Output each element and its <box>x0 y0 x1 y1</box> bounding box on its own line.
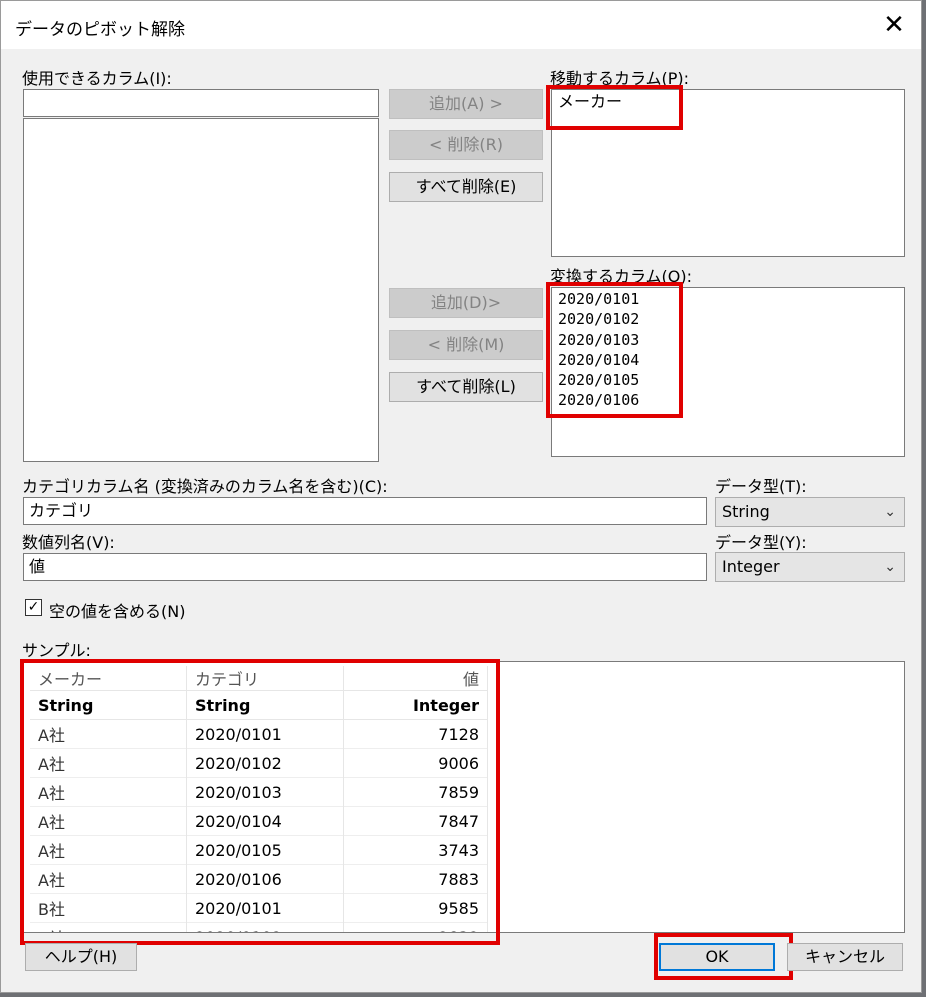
table-cell: 9006 <box>343 748 488 778</box>
table-cell: 7859 <box>343 777 488 807</box>
table-cell: 3743 <box>343 835 488 865</box>
dialog-title: データのピボット解除 <box>15 20 185 40</box>
list-item[interactable]: 2020/0106 <box>552 390 904 410</box>
table-cell: A社 <box>30 835 187 865</box>
chevron-down-icon: ⌄ <box>884 504 896 520</box>
table-cell: 2832 <box>343 922 488 932</box>
title-bar: データのピボット解除 ✕ <box>1 1 921 49</box>
table-row: A社 2020/0102 9006 <box>30 748 488 778</box>
close-icon[interactable]: ✕ <box>871 5 917 45</box>
table-cell: 7128 <box>343 719 488 749</box>
table-cell: 7883 <box>343 864 488 894</box>
table-type-row: String String Integer <box>30 690 488 720</box>
available-columns-search[interactable] <box>23 89 379 117</box>
table-cell: 2020/0105 <box>186 835 344 865</box>
table-cell: B社 <box>30 922 187 932</box>
table-cell: B社 <box>30 893 187 923</box>
table-cell: 2020/0101 <box>186 719 344 749</box>
list-item[interactable]: 2020/0105 <box>552 370 904 390</box>
remove-all-convert-button[interactable]: すべて削除(L) <box>389 372 543 402</box>
value-type-value: Integer <box>722 557 780 576</box>
add-convert-button[interactable]: 追加(D)> <box>389 288 543 318</box>
include-empty-label: 空の値を含める(N) <box>49 602 186 621</box>
table-cell: A社 <box>30 864 187 894</box>
sample-table: メーカー カテゴリ 値 String String Integer A社 202… <box>30 666 488 932</box>
table-header-row: メーカー カテゴリ 値 <box>30 666 488 691</box>
help-button[interactable]: ヘルプ(H) <box>25 943 137 971</box>
convert-columns-label: 変換するカラム(O): <box>550 267 692 286</box>
table-cell: A社 <box>30 748 187 778</box>
convert-columns-list[interactable]: 2020/0101 2020/0102 2020/0103 2020/0104 … <box>551 287 905 457</box>
value-name-input[interactable]: 値 <box>23 553 707 581</box>
ok-button[interactable]: OK <box>659 943 775 971</box>
category-name-label: カテゴリカラム名 (変換済みのカラム名を含む)(C): <box>22 477 388 496</box>
table-cell: 2020/0102 <box>186 748 344 778</box>
table-cell: 2020/0101 <box>186 893 344 923</box>
cancel-button[interactable]: キャンセル <box>787 943 903 971</box>
table-row: B社 2020/0101 9585 <box>30 893 488 923</box>
table-row: A社 2020/0104 7847 <box>30 806 488 836</box>
category-type-value: String <box>722 502 770 521</box>
category-type-label: データ型(T): <box>715 477 807 496</box>
table-cell: 2020/0103 <box>186 777 344 807</box>
column-type: Integer <box>343 690 488 720</box>
table-row: A社 2020/0105 3743 <box>30 835 488 865</box>
table-cell: 2020/0106 <box>186 864 344 894</box>
sample-label: サンプル: <box>22 641 91 660</box>
table-cell: A社 <box>30 806 187 836</box>
table-cell: 7847 <box>343 806 488 836</box>
table-row: A社 2020/0101 7128 <box>30 719 488 749</box>
value-name-label: 数値列名(V): <box>22 533 115 552</box>
column-type: String <box>186 690 344 720</box>
list-item[interactable]: 2020/0101 <box>552 289 904 309</box>
table-cell: A社 <box>30 777 187 807</box>
table-row: A社 2020/0106 7883 <box>30 864 488 894</box>
column-header: メーカー <box>30 666 187 691</box>
column-type: String <box>30 690 187 720</box>
unpivot-dialog: データのピボット解除 ✕ 使用できるカラム(I): 追加(A) > < 削除(R… <box>0 0 922 993</box>
add-move-button[interactable]: 追加(A) > <box>389 89 543 119</box>
category-name-input[interactable]: カテゴリ <box>23 497 707 525</box>
table-row: A社 2020/0103 7859 <box>30 777 488 807</box>
sample-grid[interactable]: メーカー カテゴリ 値 String String Integer A社 202… <box>23 661 905 933</box>
remove-move-button[interactable]: < 削除(R) <box>389 130 543 160</box>
available-columns-list[interactable] <box>23 118 379 462</box>
include-empty-checkbox[interactable]: ✓ <box>25 599 42 616</box>
list-item[interactable]: 2020/0102 <box>552 309 904 329</box>
move-columns-label: 移動するカラム(P): <box>550 69 690 88</box>
table-cell: 2020/0104 <box>186 806 344 836</box>
table-cell: 2020/0102 <box>186 922 344 932</box>
table-cell: 9585 <box>343 893 488 923</box>
value-type-label: データ型(Y): <box>715 533 807 552</box>
category-type-select[interactable]: String ⌄ <box>715 497 905 527</box>
remove-convert-button[interactable]: < 削除(M) <box>389 330 543 360</box>
list-item[interactable]: 2020/0103 <box>552 330 904 350</box>
value-type-select[interactable]: Integer ⌄ <box>715 552 905 582</box>
move-columns-list[interactable]: メーカー <box>551 89 905 257</box>
list-item[interactable]: メーカー <box>552 92 904 112</box>
column-header: 値 <box>343 666 488 691</box>
chevron-down-icon: ⌄ <box>884 559 896 575</box>
remove-all-move-button[interactable]: すべて削除(E) <box>389 172 543 202</box>
column-header: カテゴリ <box>186 666 344 691</box>
table-cell: A社 <box>30 719 187 749</box>
table-row: B社 2020/0102 2832 <box>30 922 488 932</box>
list-item[interactable]: 2020/0104 <box>552 350 904 370</box>
available-columns-label: 使用できるカラム(I): <box>22 69 172 88</box>
